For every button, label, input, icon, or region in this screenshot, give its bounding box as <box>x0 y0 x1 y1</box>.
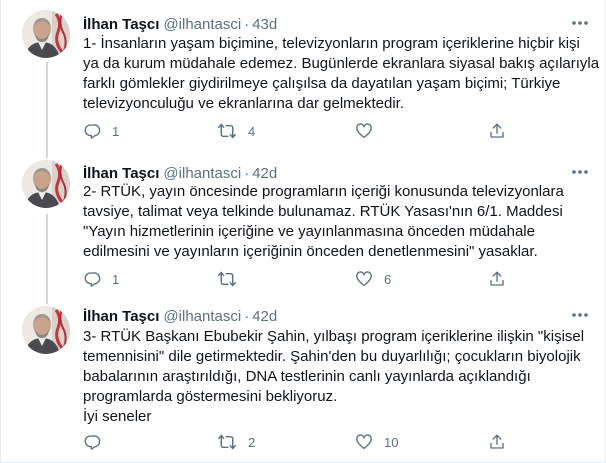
like-button[interactable]: 10 <box>355 432 398 452</box>
separator-dot: · <box>244 307 250 325</box>
like-button[interactable]: 6 <box>355 269 391 289</box>
thread-connector-line <box>46 152 48 158</box>
avatar-image <box>22 10 70 58</box>
tweet-timestamp[interactable]: 43d <box>252 16 277 33</box>
share-button[interactable] <box>488 121 506 141</box>
reply-icon <box>84 272 101 287</box>
more-options-button[interactable] <box>571 306 589 324</box>
retweet-count: 2 <box>248 434 256 450</box>
retweet-icon <box>218 434 236 450</box>
avatar[interactable] <box>22 160 70 208</box>
tweet-timestamp[interactable]: 42d <box>252 308 277 325</box>
more-horizontal-icon <box>572 313 588 317</box>
tweet-text-line: babalarının araştırıldığı, DNA testlerin… <box>83 368 531 385</box>
more-horizontal-icon <box>572 170 588 174</box>
share-button[interactable] <box>488 432 506 452</box>
tweet[interactable]: İlhan Taşcı @ilhantasci · 42d 3- RTÜK Ba… <box>1 298 606 463</box>
reply-button[interactable] <box>83 432 112 452</box>
tweet-actions: 1 6 <box>83 269 593 289</box>
tweet-text-line: 3- RTÜK Başkanı Ebubekir Şahin, yılbaşı … <box>83 328 585 345</box>
tweet[interactable]: İlhan Taşcı @ilhantasci · 43d 1- İnsanla… <box>1 0 606 152</box>
tweet-text: 2- RTÜK, yayın öncesinde programların iç… <box>83 182 593 262</box>
retweet-icon <box>218 271 236 287</box>
tweet-text-line: temennisini" dile getirmektedir. Şahin'd… <box>83 348 581 365</box>
avatar[interactable] <box>22 10 70 58</box>
thread-connector-line <box>46 62 48 152</box>
heart-icon <box>356 434 372 450</box>
tweet-text-line: edilmesini ve yayınların içeriğinin önce… <box>83 243 538 260</box>
tweet-text-line: İyi seneler <box>83 408 152 425</box>
reply-icon <box>84 124 101 139</box>
tweet-header: İlhan Taşcı @ilhantasci · 43d <box>83 14 593 34</box>
heart-icon <box>356 123 372 139</box>
like-count: 10 <box>384 434 399 450</box>
retweet-count: 4 <box>248 123 256 139</box>
author-name[interactable]: İlhan Taşcı <box>83 16 159 33</box>
author-name[interactable]: İlhan Taşcı <box>83 165 159 182</box>
author-name[interactable]: İlhan Taşcı <box>83 308 159 325</box>
tweet-text-line: programlarda göstermesini bekliyoruz. <box>83 388 338 405</box>
tweet-timestamp[interactable]: 42d <box>252 165 277 182</box>
thread-connector-line <box>46 298 48 304</box>
retweet-button[interactable]: 2 <box>217 432 255 452</box>
like-button[interactable] <box>355 121 384 141</box>
avatar-image <box>22 306 70 354</box>
separator-dot: · <box>244 164 250 182</box>
tweet-header: İlhan Taşcı @ilhantasci · 42d <box>83 306 593 326</box>
retweet-button[interactable] <box>217 269 248 289</box>
tweet-text-line: farklı gömlekler giydirilmeye çalışılsa … <box>83 75 561 92</box>
tweet-actions: 1 4 <box>83 121 593 141</box>
timeline: İlhan Taşcı @ilhantasci · 43d 1- İnsanla… <box>0 0 606 463</box>
reply-button[interactable]: 1 <box>83 269 119 289</box>
tweet-actions: 2 10 <box>83 432 593 452</box>
tweet-text-line: 1- İnsanların yaşam biçimine, televizyon… <box>83 35 580 52</box>
tweet-text-line: tavsiye, talimat veya telkinde bulunamaz… <box>83 203 563 220</box>
more-options-button[interactable] <box>571 163 589 181</box>
tweet-text-line: "Yayın hizmetlerinin içeriğine ve yayınl… <box>83 223 535 240</box>
thread-connector-line <box>46 214 48 298</box>
reply-icon <box>84 435 101 450</box>
tweet-text-line: 2- RTÜK, yayın öncesinde programların iç… <box>83 183 564 200</box>
like-count: 6 <box>384 271 392 287</box>
reply-count: 1 <box>112 271 120 287</box>
more-options-button[interactable] <box>571 14 589 32</box>
more-horizontal-icon <box>572 21 588 25</box>
avatar-image <box>22 160 70 208</box>
tweet-header: İlhan Taşcı @ilhantasci · 42d <box>83 163 593 183</box>
tweet-text: 1- İnsanların yaşam biçimine, televizyon… <box>83 34 600 114</box>
share-icon <box>490 123 504 138</box>
separator-dot: · <box>244 15 250 33</box>
retweet-icon <box>218 123 236 139</box>
author-handle[interactable]: @ilhantasci <box>163 165 241 182</box>
tweet-text-line: televizyonculuğu ve ekranlarına dar gelm… <box>83 95 405 112</box>
reply-count: 1 <box>112 123 120 139</box>
tweet[interactable]: İlhan Taşcı @ilhantasci · 42d 2- RTÜK, y… <box>1 152 606 298</box>
share-icon <box>490 271 504 286</box>
share-button[interactable] <box>488 269 506 289</box>
author-handle[interactable]: @ilhantasci <box>163 308 241 325</box>
retweet-button[interactable]: 4 <box>217 121 255 141</box>
share-icon <box>490 434 504 449</box>
author-handle[interactable]: @ilhantasci <box>163 16 241 33</box>
heart-icon <box>356 271 372 287</box>
tweet-text-line: ya da kurum müdahale edemez. Bugünlerde … <box>83 55 600 72</box>
reply-button[interactable]: 1 <box>83 121 119 141</box>
tweet-text: 3- RTÜK Başkanı Ebubekir Şahin, yılbaşı … <box>83 327 593 427</box>
avatar[interactable] <box>22 306 70 354</box>
